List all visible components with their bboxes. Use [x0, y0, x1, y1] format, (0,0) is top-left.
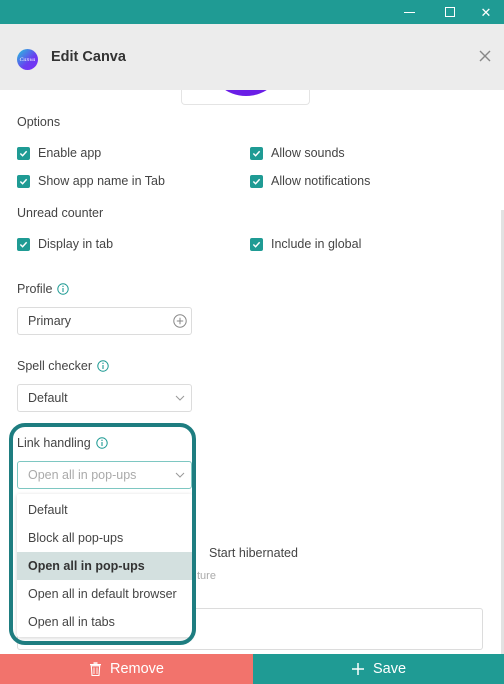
- display-in-tab-checkbox[interactable]: Display in tab: [17, 237, 113, 251]
- show-app-name-label: Show app name in Tab: [38, 174, 165, 188]
- maximize-button[interactable]: [430, 0, 470, 24]
- chevron-down-icon: [175, 395, 185, 401]
- close-icon[interactable]: [475, 46, 495, 66]
- minimize-button[interactable]: [389, 0, 429, 24]
- canva-logo-text: Canva: [19, 56, 36, 63]
- link-handling-select[interactable]: Open all in pop-ups: [17, 461, 192, 489]
- allow-sounds-label: Allow sounds: [271, 146, 345, 160]
- info-icon[interactable]: [95, 437, 108, 449]
- chevron-down-icon: [175, 472, 185, 478]
- window-close-button[interactable]: ✕: [466, 0, 504, 24]
- save-button[interactable]: Save: [253, 654, 504, 684]
- profile-label: Profile: [17, 282, 70, 296]
- checkmark-icon: [250, 237, 263, 251]
- dropdown-option-open-in-tabs[interactable]: Open all in tabs: [17, 608, 192, 636]
- profile-select[interactable]: Primary: [17, 307, 192, 335]
- profile-label-text: Profile: [17, 282, 53, 296]
- dropdown-option-block-popups[interactable]: Block all pop-ups: [17, 524, 192, 552]
- maximize-icon: [445, 7, 455, 17]
- options-label: Options: [17, 115, 61, 129]
- hibernation-description: ture: [197, 570, 216, 582]
- minimize-icon: [403, 11, 415, 13]
- app-icon-preview[interactable]: [181, 90, 310, 105]
- canva-logo: Canva: [17, 49, 38, 70]
- add-profile-icon[interactable]: [173, 314, 187, 328]
- trash-icon: [89, 662, 102, 676]
- info-icon[interactable]: [97, 360, 109, 372]
- allow-notifications-label: Allow notifications: [271, 174, 371, 188]
- dialog-footer: Remove Save: [0, 654, 504, 684]
- window-close-icon: ✕: [480, 4, 492, 20]
- checkmark-icon: [17, 146, 30, 160]
- plus-icon: [351, 662, 365, 676]
- window-titlebar: ✕: [0, 0, 504, 24]
- checkmark-icon: [17, 174, 30, 188]
- spell-checker-label-text: Spell checker: [17, 359, 93, 373]
- checkmark-icon: [17, 237, 30, 251]
- enable-app-label: Enable app: [38, 146, 102, 160]
- unread-counter-label: Unread counter: [17, 206, 104, 220]
- link-handling-label: Link handling: [17, 436, 108, 450]
- checkmark-icon: [250, 174, 263, 188]
- profile-value: Primary: [28, 314, 72, 328]
- remove-label: Remove: [110, 661, 164, 677]
- checkmark-icon: [250, 146, 263, 160]
- remove-button[interactable]: Remove: [0, 654, 253, 684]
- app-icon-image: [210, 90, 282, 96]
- allow-notifications-checkbox[interactable]: Allow notifications: [250, 174, 370, 188]
- dropdown-option-open-in-popups[interactable]: Open all in pop-ups: [17, 552, 192, 580]
- save-label: Save: [372, 661, 407, 677]
- info-icon[interactable]: [57, 283, 70, 295]
- dialog-header: Canva Edit Canva: [0, 24, 504, 90]
- allow-sounds-checkbox[interactable]: Allow sounds: [250, 146, 345, 160]
- dropdown-option-default-browser[interactable]: Open all in default browser: [17, 580, 192, 608]
- start-hibernated-label: Start hibernated: [209, 546, 298, 560]
- spell-checker-select[interactable]: Default: [17, 384, 192, 412]
- link-handling-value: Open all in pop-ups: [28, 468, 137, 482]
- link-handling-label-text: Link handling: [17, 436, 91, 450]
- include-in-global-label: Include in global: [271, 237, 362, 251]
- enable-app-checkbox[interactable]: Enable app: [17, 146, 101, 160]
- show-app-name-checkbox[interactable]: Show app name in Tab: [17, 174, 165, 188]
- link-handling-dropdown: Default Block all pop-ups Open all in po…: [17, 494, 192, 637]
- display-in-tab-label: Display in tab: [38, 237, 114, 251]
- spell-checker-value: Default: [28, 391, 68, 405]
- include-in-global-checkbox[interactable]: Include in global: [250, 237, 361, 251]
- dialog-title: Edit Canva: [51, 49, 126, 65]
- spell-checker-label: Spell checker: [17, 359, 109, 373]
- dropdown-option-default[interactable]: Default: [17, 496, 192, 524]
